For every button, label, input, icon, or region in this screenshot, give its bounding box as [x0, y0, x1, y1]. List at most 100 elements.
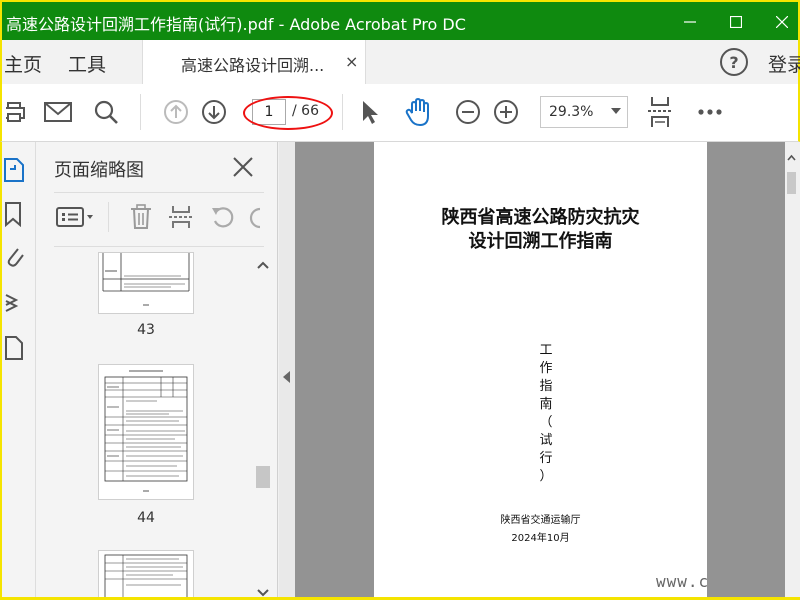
print-button[interactable]	[2, 96, 34, 128]
login-button[interactable]: 登录	[768, 50, 800, 77]
options-menu-icon	[56, 207, 93, 227]
document-scrollbar[interactable]	[785, 142, 798, 600]
document-tab[interactable]: 高速公路设计回溯... ×	[142, 40, 366, 84]
thumbnail-page-45[interactable]	[98, 550, 194, 600]
select-tool-button[interactable]	[354, 96, 386, 128]
scroll-up-icon	[257, 261, 269, 269]
rail-document-button[interactable]	[2, 334, 26, 362]
hand-tool-button[interactable]	[402, 96, 434, 128]
cursor-arrow-icon	[363, 101, 378, 124]
scrollbar-thumb[interactable]	[787, 172, 796, 194]
subtitle-char: 试	[539, 433, 553, 448]
thumbnail-options-button[interactable]	[54, 202, 96, 232]
menu-tools[interactable]: 工具	[68, 50, 106, 77]
zoom-out-button[interactable]	[452, 96, 484, 128]
thumbnail-page-number: 43	[137, 322, 155, 338]
next-page-button[interactable]	[198, 96, 230, 128]
panel-close-button[interactable]	[230, 154, 256, 180]
thumbnail-page-43[interactable]	[98, 252, 194, 314]
document-view[interactable]: 陕西省高速公路防灾抗灾 设计回溯工作指南 工 作 指 南 （ 试 行 ） 陕西省…	[295, 142, 785, 600]
window-title: 高速公路设计回溯工作指南(试行).pdf - Adobe Acrobat Pro…	[6, 15, 466, 34]
minimize-icon	[684, 21, 696, 23]
collapse-left-icon	[283, 371, 290, 383]
extract-page-button[interactable]	[166, 202, 196, 232]
document-icon	[5, 336, 23, 360]
document-title-line: 设计回溯工作指南	[468, 231, 613, 252]
page-split-icon	[169, 206, 193, 228]
subtitle-char: 作	[539, 361, 553, 376]
close-window-button[interactable]	[762, 6, 800, 38]
rotate-left-icon	[212, 207, 234, 228]
zoom-value: 29.3%	[549, 104, 594, 120]
document-page: 陕西省高速公路防灾抗灾 设计回溯工作指南 工 作 指 南 （ 试 行 ） 陕西省…	[374, 142, 707, 600]
panel-divider	[54, 192, 264, 193]
previous-page-button[interactable]	[160, 96, 192, 128]
rail-page-thumbnails-button[interactable]	[2, 156, 26, 184]
rail-layers-button[interactable]	[2, 288, 26, 316]
page-preview	[104, 554, 188, 600]
page-thumbnails-icon	[4, 158, 24, 182]
subtitle-char: 行	[539, 451, 553, 466]
rotate-right-icon	[249, 207, 260, 229]
scroll-up-icon	[787, 154, 796, 161]
rotate-page-button[interactable]	[208, 202, 238, 232]
toolbar: / 66 29.3%	[0, 84, 800, 142]
search-button[interactable]	[90, 96, 122, 128]
rail-attachments-button[interactable]	[2, 242, 26, 270]
bookmark-icon	[5, 202, 21, 227]
email-button[interactable]	[42, 96, 74, 128]
delete-page-button[interactable]	[126, 202, 156, 232]
toolbar-divider	[342, 94, 343, 130]
subtitle-char: 指	[539, 379, 553, 394]
paperclip-icon	[7, 248, 24, 267]
layers-icon	[5, 294, 19, 312]
subtitle-char: 工	[539, 343, 553, 358]
thumbnail-page-44[interactable]	[98, 364, 194, 500]
fit-page-icon	[648, 97, 672, 127]
panel-title: 页面缩略图	[54, 160, 144, 181]
toolbar-divider	[140, 94, 141, 130]
left-navigation-rail	[0, 142, 36, 600]
trash-icon	[131, 204, 151, 229]
panel-toolbar-divider	[108, 202, 109, 232]
arrow-up-circle-icon	[164, 100, 188, 124]
page-thumbnails-panel: 页面缩略图 43 44	[36, 142, 278, 600]
panel-collapse-splitter[interactable]	[279, 142, 295, 600]
chevron-down-icon	[611, 108, 621, 114]
close-icon	[776, 16, 788, 28]
rail-bookmarks-button[interactable]	[2, 200, 26, 228]
tab-close-button[interactable]: ×	[345, 52, 358, 71]
document-title: 陕西省高速公路防灾抗灾 设计回溯工作指南	[374, 206, 707, 254]
rotate-right-button[interactable]	[246, 202, 260, 232]
scrollbar-thumb[interactable]	[256, 466, 270, 488]
watermark-text: www.c	[656, 572, 710, 591]
menu-home[interactable]: 主页	[4, 50, 42, 77]
close-icon	[233, 157, 253, 177]
maximize-button[interactable]	[716, 6, 756, 38]
thumbnail-page-number: 44	[137, 510, 155, 526]
print-icon	[6, 102, 25, 122]
zoom-in-icon	[494, 100, 518, 124]
zoom-dropdown[interactable]: 29.3%	[540, 96, 628, 128]
fit-page-button[interactable]	[644, 96, 676, 128]
mail-icon	[44, 102, 72, 122]
document-subtitle-vertical: 工 作 指 南 （ 试 行 ）	[536, 342, 556, 486]
help-button[interactable]: ?	[720, 48, 748, 76]
page-preview	[102, 253, 190, 306]
document-date: 2024年10月	[511, 533, 570, 544]
minimize-button[interactable]	[670, 6, 710, 38]
more-icon	[698, 109, 722, 115]
maximize-icon	[730, 16, 742, 28]
arrow-down-circle-icon	[202, 100, 226, 124]
red-highlight-ellipse	[243, 96, 333, 130]
document-title-line: 陕西省高速公路防灾抗灾	[441, 207, 640, 228]
zoom-in-button[interactable]	[490, 96, 522, 128]
thumbnail-scrollbar[interactable]	[252, 252, 274, 600]
title-bar: 高速公路设计回溯工作指南(试行).pdf - Adobe Acrobat Pro…	[0, 0, 800, 40]
subtitle-char: （	[539, 415, 553, 430]
more-tools-button[interactable]	[694, 96, 726, 128]
panel-divider	[54, 246, 264, 247]
search-icon	[94, 100, 118, 124]
subtitle-char: ）	[539, 469, 553, 484]
zoom-out-icon	[456, 100, 480, 124]
